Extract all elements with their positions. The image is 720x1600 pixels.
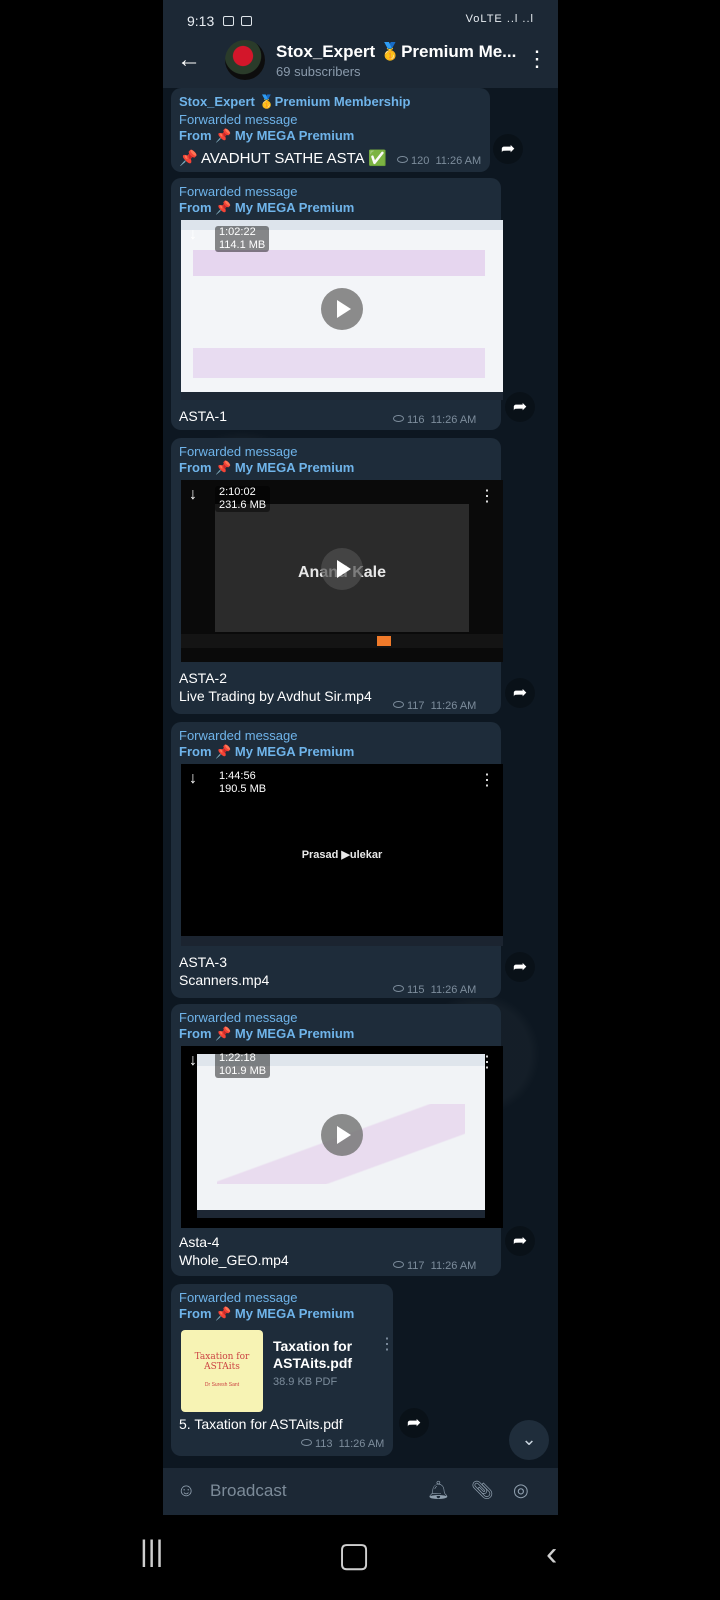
video-caption: ASTA-1 bbox=[179, 408, 227, 424]
forwarded-from[interactable]: From 📌 My MEGA Premium bbox=[179, 200, 354, 216]
more-vert-icon[interactable]: ⋮ bbox=[379, 1334, 395, 1354]
message-text: 📌 AVADHUT SATHE ASTA ✅ bbox=[179, 150, 387, 167]
video-caption: ASTA-3 bbox=[179, 954, 227, 970]
message-meta: 120 11:26 AM bbox=[397, 155, 481, 167]
download-icon[interactable]: ↓ bbox=[189, 1052, 197, 1070]
status-bar: 9:13 VoLTE ..l ..l bbox=[163, 0, 558, 34]
pdf-thumb-author: Dr Suresh Sant bbox=[204, 1382, 240, 1388]
pdf-thumb-title: Taxation for ASTAits bbox=[194, 1352, 250, 1372]
forwarded-label: Forwarded message bbox=[179, 112, 298, 127]
chat-header: ← Stox_Expert 🥇Premium Me... 69 subscrib… bbox=[163, 34, 558, 88]
eye-icon bbox=[301, 1439, 312, 1446]
bell-icon[interactable]: 🔔︎ bbox=[427, 1480, 450, 1501]
camera-icon[interactable]: ◎ bbox=[513, 1480, 529, 1501]
message-time: 11:26 AM bbox=[435, 155, 482, 167]
home-icon[interactable]: ▢ bbox=[338, 1535, 370, 1575]
message-bubble[interactable]: Forwarded message From 📌 My MEGA Premium… bbox=[171, 178, 503, 430]
share-icon[interactable]: ➦ bbox=[493, 134, 523, 164]
forwarded-from[interactable]: From 📌 My MEGA Premium bbox=[179, 460, 354, 476]
recent-apps-icon[interactable]: ||| bbox=[140, 1535, 163, 1569]
attach-icon[interactable]: 📎︎ bbox=[471, 1480, 494, 1501]
video-info: 1:02:22 114.1 MB bbox=[215, 226, 270, 252]
view-count: 120 bbox=[411, 155, 430, 167]
more-vert-icon[interactable]: ⋮ bbox=[479, 486, 495, 506]
message-meta: 113 11:26 AM bbox=[301, 1438, 384, 1450]
message-bubble[interactable]: Forwarded message From 📌 My MEGA Premium… bbox=[171, 722, 503, 998]
video-thumbnail[interactable]: ↓ 2:10:02231.6 MB ⋮ Anand Kale bbox=[181, 480, 503, 662]
message-meta: 116 11:26 AM bbox=[393, 414, 476, 426]
share-icon[interactable]: ➦ bbox=[399, 1408, 429, 1438]
pdf-thumbnail[interactable]: Taxation for ASTAits Dr Suresh Sant bbox=[181, 1330, 263, 1412]
forwarded-from[interactable]: From 📌 My MEGA Premium bbox=[179, 1026, 354, 1042]
play-icon[interactable] bbox=[321, 548, 363, 590]
message-bubble[interactable]: Stox_Expert 🥇Premium Membership Forwarde… bbox=[171, 88, 490, 172]
message-list[interactable]: Stox_Expert 🥇Premium Membership Forwarde… bbox=[163, 88, 558, 1468]
share-icon[interactable]: ➦ bbox=[505, 1226, 535, 1256]
status-time: 9:13 bbox=[187, 13, 215, 29]
video-thumbnail[interactable]: ↓ 1:02:22 114.1 MB bbox=[181, 220, 503, 400]
back-icon[interactable]: ‹ bbox=[546, 1535, 557, 1574]
forwarded-label: Forwarded message bbox=[179, 444, 298, 459]
play-icon[interactable] bbox=[321, 1114, 363, 1156]
message-meta: 115 11:26 AM bbox=[393, 984, 476, 996]
video-overlay-text: Prasad ▶ulekar bbox=[301, 849, 383, 861]
message-meta: 117 11:26 AM bbox=[393, 1260, 476, 1272]
file-size: 38.9 KB PDF bbox=[273, 1376, 338, 1388]
forwarded-from[interactable]: From 📌 My MEGA Premium bbox=[179, 128, 354, 144]
eye-icon bbox=[393, 415, 404, 422]
video-thumbnail[interactable]: ↓ 1:44:56 190.5 MB ⋮ Prasad ▶ulekar bbox=[181, 764, 503, 946]
system-nav-bar: ||| ▢ ‹ bbox=[0, 1515, 720, 1600]
eye-icon bbox=[393, 1261, 404, 1268]
signal-status: VoLTE ..l ..l bbox=[465, 13, 534, 25]
video-info: 1:22:18 101.9 MB bbox=[215, 1052, 271, 1078]
emoji-icon[interactable]: ☺ bbox=[177, 1480, 195, 1501]
video-thumbnail[interactable]: ↓ 1:22:18 101.9 MB ⋮ bbox=[181, 1046, 503, 1228]
phone-screen: 9:13 VoLTE ..l ..l ← Stox_Expert 🥇Premiu… bbox=[163, 0, 558, 1515]
share-icon[interactable]: ➦ bbox=[505, 392, 535, 422]
message-bubble[interactable]: Forwarded message From 📌 My MEGA Premium… bbox=[171, 1284, 395, 1456]
forwarded-label: Forwarded message bbox=[179, 1010, 298, 1025]
forwarded-label: Forwarded message bbox=[179, 728, 298, 743]
channel-title[interactable]: Stox_Expert 🥇Premium Me... bbox=[276, 42, 516, 62]
video-info: 1:44:56 190.5 MB bbox=[215, 770, 271, 796]
sender-name[interactable]: Stox_Expert 🥇Premium Membership bbox=[179, 94, 410, 110]
eye-icon bbox=[397, 156, 408, 163]
video-filename: Scanners.mp4 bbox=[179, 972, 270, 988]
file-caption: 5. Taxation for ASTAits.pdf bbox=[179, 1416, 343, 1432]
download-icon[interactable]: ↓ bbox=[189, 226, 197, 244]
message-meta: 117 11:26 AM bbox=[393, 700, 476, 712]
file-name[interactable]: Taxation for ASTAits.pdf bbox=[273, 1338, 365, 1372]
eye-icon bbox=[393, 985, 404, 992]
more-vert-icon[interactable]: ⋮ bbox=[526, 48, 548, 70]
video-filename: Live Trading by Avdhut Sir.mp4 bbox=[179, 688, 372, 704]
share-icon[interactable]: ➦ bbox=[505, 678, 535, 708]
chevron-down-icon[interactable]: ⌄ bbox=[509, 1420, 549, 1460]
video-filename: Whole_GEO.mp4 bbox=[179, 1252, 289, 1268]
forwarded-label: Forwarded message bbox=[179, 1290, 298, 1305]
download-icon[interactable]: ↓ bbox=[189, 770, 197, 788]
message-bubble[interactable]: Forwarded message From 📌 My MEGA Premium… bbox=[171, 438, 503, 714]
download-icon[interactable]: ↓ bbox=[189, 486, 197, 504]
video-caption: ASTA-2 bbox=[179, 670, 227, 686]
message-bubble[interactable]: Forwarded message From 📌 My MEGA Premium… bbox=[171, 1004, 503, 1276]
subscriber-count: 69 subscribers bbox=[276, 64, 361, 79]
share-icon[interactable]: ➦ bbox=[505, 952, 535, 982]
eye-icon bbox=[393, 701, 404, 708]
more-vert-icon[interactable]: ⋮ bbox=[479, 1052, 495, 1072]
forwarded-from[interactable]: From 📌 My MEGA Premium bbox=[179, 744, 354, 760]
gallery-icon bbox=[223, 16, 234, 26]
forwarded-label: Forwarded message bbox=[179, 184, 298, 199]
broadcast-input[interactable]: Broadcast bbox=[210, 1481, 287, 1501]
channel-avatar[interactable] bbox=[225, 40, 265, 80]
arrow-left-icon[interactable]: ← bbox=[177, 46, 201, 74]
composer-bar: ☺ Broadcast 🔔︎ 📎︎ ◎ bbox=[163, 1468, 558, 1515]
video-info: 2:10:02 231.6 MB bbox=[215, 486, 271, 512]
play-icon[interactable] bbox=[321, 288, 363, 330]
video-caption: Asta-4 bbox=[179, 1234, 220, 1250]
notification-icon bbox=[241, 16, 252, 26]
forwarded-from[interactable]: From 📌 My MEGA Premium bbox=[179, 1306, 354, 1322]
more-vert-icon[interactable]: ⋮ bbox=[479, 770, 495, 790]
